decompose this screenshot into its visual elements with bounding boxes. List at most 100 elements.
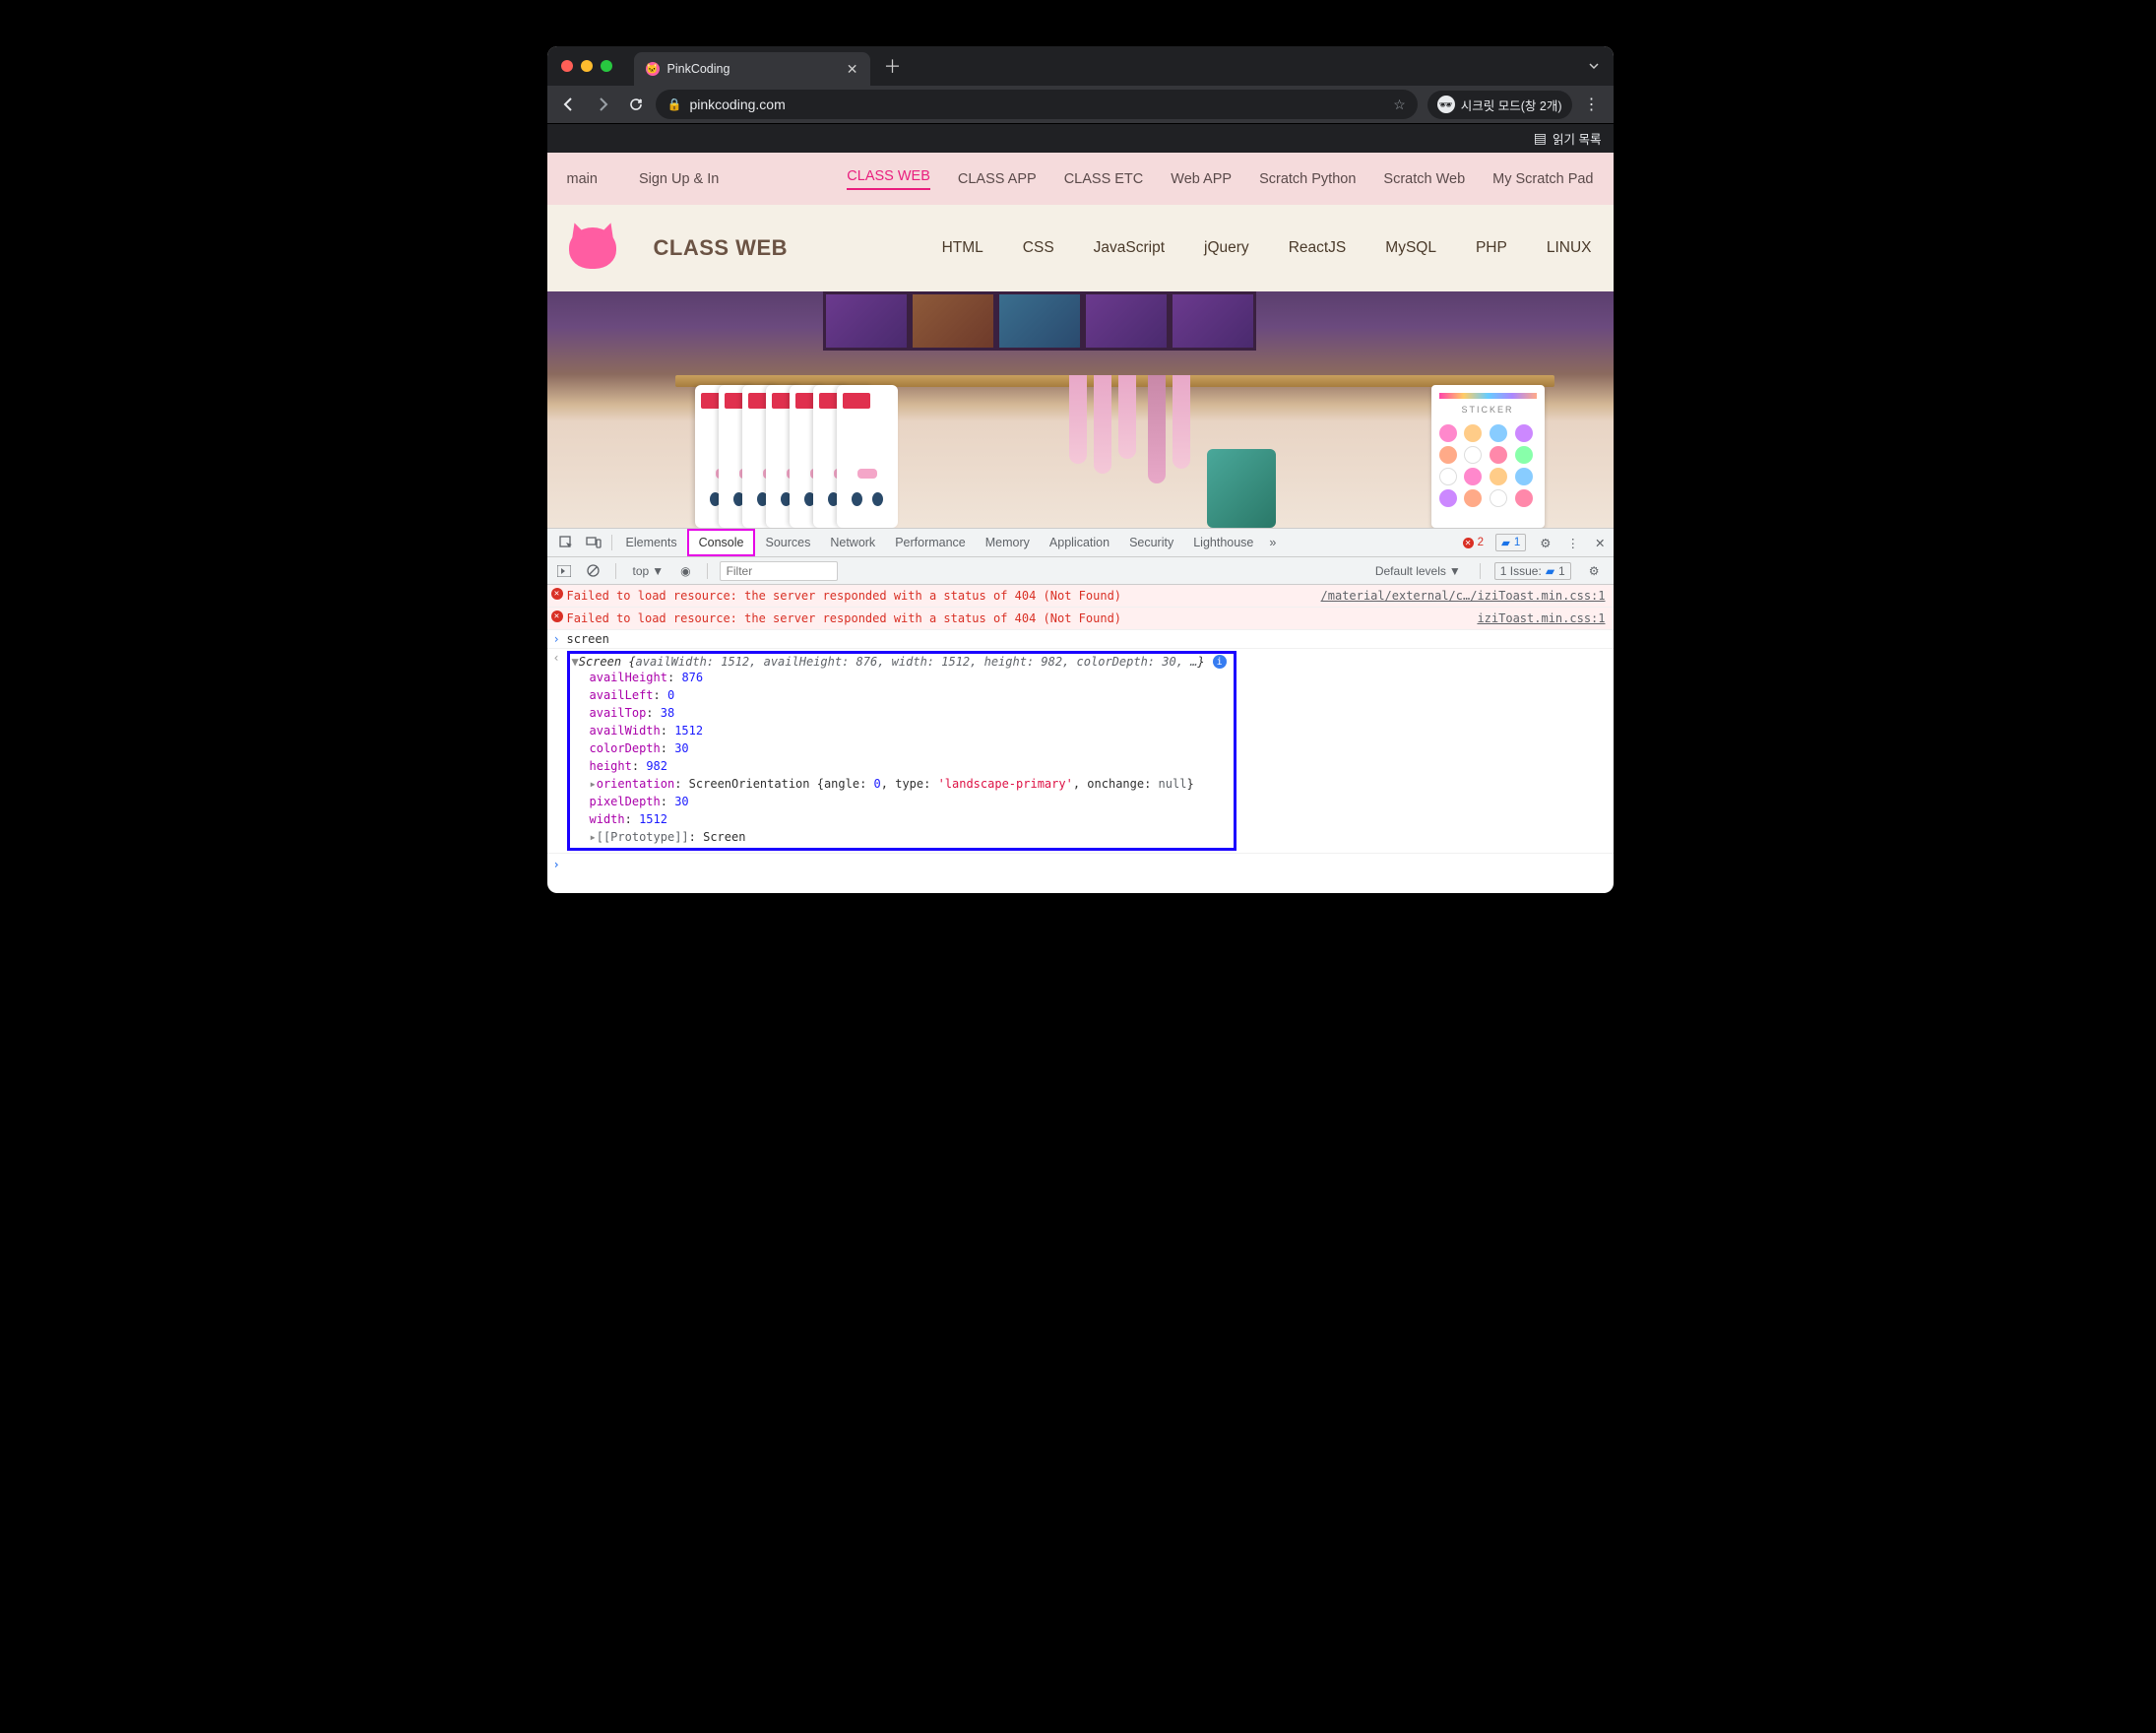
topnav-web-app[interactable]: Web APP: [1171, 171, 1232, 187]
v-pixelDepth: 30: [674, 795, 688, 808]
reading-list-icon: ▤: [1534, 130, 1547, 147]
inspect-icon[interactable]: [553, 536, 580, 550]
forward-button[interactable]: [589, 91, 616, 118]
prop-row[interactable]: pixelDepth: 30: [590, 793, 1232, 810]
prop-row[interactable]: availLeft: 0: [590, 686, 1232, 704]
prop-row[interactable]: colorDepth: 30: [590, 739, 1232, 757]
h-availWidth: 1512: [721, 655, 749, 669]
browser-tab[interactable]: 🐱 PinkCoding ✕: [634, 52, 870, 86]
browser-menu-button[interactable]: ⋮: [1584, 95, 1600, 114]
devtools-menu-icon[interactable]: ⋮: [1559, 536, 1588, 550]
error-message: Failed to load resource: the server resp…: [567, 587, 1122, 605]
v-colorDepth: 30: [674, 741, 688, 755]
site-subnav: CLASS WEB HTML CSS JavaScript jQuery Rea…: [547, 205, 1614, 291]
dt-tab-security[interactable]: Security: [1119, 529, 1183, 556]
prop-row[interactable]: availTop: 38: [590, 704, 1232, 722]
incognito-badge[interactable]: 🕶 시크릿 모드(창 2개): [1427, 91, 1572, 119]
info-icon[interactable]: i: [1213, 655, 1227, 669]
back-button[interactable]: [555, 91, 583, 118]
v-width: 1512: [639, 812, 667, 826]
topnav-signup[interactable]: Sign Up & In: [639, 171, 719, 187]
levels-label: Default levels: [1375, 564, 1446, 578]
console-error-line[interactable]: ✕ Failed to load resource: the server re…: [547, 608, 1614, 630]
dt-tab-elements[interactable]: Elements: [616, 529, 687, 556]
sticker-label: STICKER: [1439, 405, 1537, 415]
more-tabs-icon[interactable]: »: [1263, 536, 1282, 549]
prop-row[interactable]: availWidth: 1512: [590, 722, 1232, 739]
topnav-scratch-web[interactable]: Scratch Web: [1383, 171, 1465, 187]
dt-tab-console[interactable]: Console: [687, 529, 756, 556]
v-availWidth: 1512: [674, 724, 703, 738]
topnav-main[interactable]: main: [567, 171, 598, 187]
info-count-badge[interactable]: ▰1: [1495, 534, 1526, 551]
topnav-class-app[interactable]: CLASS APP: [958, 171, 1037, 187]
live-expression-icon[interactable]: ◉: [676, 564, 694, 578]
window-close-button[interactable]: [561, 60, 573, 72]
tabs-dropdown-icon[interactable]: [1588, 60, 1600, 72]
prop-row[interactable]: availHeight: 876: [590, 669, 1232, 686]
error-source-link[interactable]: /material/external/c…/iziToast.min.css:1: [1321, 587, 1606, 605]
error-count-badge[interactable]: ✕2: [1457, 536, 1490, 549]
prop-row[interactable]: ▸[[Prototype]]: Screen: [572, 828, 1232, 846]
reading-list-button[interactable]: ▤ 읽기 목록: [1534, 129, 1602, 148]
subnav-linux[interactable]: LINUX: [1547, 239, 1592, 257]
bookmark-bar: ▤ 읽기 목록: [547, 123, 1614, 153]
v-height: 982: [646, 759, 667, 773]
log-levels-selector[interactable]: Default levels ▼: [1370, 562, 1466, 580]
devtools-settings-icon[interactable]: ⚙: [1532, 536, 1558, 550]
object-summary[interactable]: ▼Screen {availWidth: 1512, availHeight: …: [572, 655, 1232, 669]
subnav-html[interactable]: HTML: [942, 239, 983, 257]
dt-tab-memory[interactable]: Memory: [976, 529, 1040, 556]
topnav-scratch-pad[interactable]: My Scratch Pad: [1492, 171, 1593, 187]
window-maximize-button[interactable]: [601, 60, 612, 72]
topnav-class-web[interactable]: CLASS WEB: [847, 168, 930, 190]
brand-title: CLASS WEB: [654, 235, 789, 261]
new-tab-button[interactable]: ＋: [884, 53, 902, 79]
dt-tab-network[interactable]: Network: [820, 529, 885, 556]
prop-row[interactable]: width: 1512: [590, 810, 1232, 828]
v-prototype: Screen: [703, 830, 745, 844]
console-sidebar-toggle-icon[interactable]: [553, 565, 575, 577]
h-availHeight: 876: [856, 655, 878, 669]
v-orientation-angle: 0: [874, 777, 881, 791]
dt-tab-lighthouse[interactable]: Lighthouse: [1183, 529, 1263, 556]
dt-tab-performance[interactable]: Performance: [885, 529, 976, 556]
prop-row[interactable]: ▸orientation: ScreenOrientation {angle: …: [590, 775, 1232, 793]
reload-button[interactable]: [622, 91, 650, 118]
toolbar: 🔒 pinkcoding.com ☆ 🕶 시크릿 모드(창 2개) ⋮: [547, 86, 1614, 123]
subnav-jquery[interactable]: jQuery: [1204, 239, 1249, 257]
subnav-mysql[interactable]: MySQL: [1385, 239, 1436, 257]
console-prompt[interactable]: [547, 854, 1614, 862]
bookmark-star-icon[interactable]: ☆: [1393, 96, 1406, 113]
dt-tab-sources[interactable]: Sources: [755, 529, 820, 556]
devtools-close-icon[interactable]: ✕: [1587, 536, 1613, 550]
tab-close-icon[interactable]: ✕: [847, 61, 858, 78]
sticker-card: STICKER: [1431, 385, 1545, 528]
prop-row[interactable]: height: 982: [590, 757, 1232, 775]
subnav-css[interactable]: CSS: [1023, 239, 1054, 257]
context-selector[interactable]: top ▼: [628, 562, 669, 580]
error-icon: ✕: [551, 610, 563, 622]
subnav-php[interactable]: PHP: [1476, 239, 1507, 257]
topnav-class-etc[interactable]: CLASS ETC: [1064, 171, 1144, 187]
error-source-link[interactable]: iziToast.min.css:1: [1477, 610, 1605, 627]
subnav-javascript[interactable]: JavaScript: [1094, 239, 1165, 257]
window-minimize-button[interactable]: [581, 60, 593, 72]
clear-console-icon[interactable]: [583, 564, 603, 577]
console-input-echo: screen: [547, 630, 1614, 649]
address-bar[interactable]: 🔒 pinkcoding.com ☆: [656, 90, 1418, 119]
site-logo-icon[interactable]: [569, 227, 616, 269]
console-filter-input[interactable]: [720, 561, 838, 581]
issues-badge[interactable]: 1 Issue: ▰ 1: [1494, 562, 1571, 580]
topnav-scratch-python[interactable]: Scratch Python: [1259, 171, 1356, 187]
context-label: top: [633, 564, 650, 578]
console-error-line[interactable]: ✕ Failed to load resource: the server re…: [547, 585, 1614, 608]
error-message: Failed to load resource: the server resp…: [567, 610, 1122, 627]
dt-tab-application[interactable]: Application: [1040, 529, 1119, 556]
subnav-reactjs[interactable]: ReactJS: [1289, 239, 1347, 257]
devtools-tabs: Elements Console Sources Network Perform…: [547, 528, 1614, 557]
console-result: ▼Screen {availWidth: 1512, availHeight: …: [547, 649, 1614, 854]
device-toggle-icon[interactable]: [580, 536, 607, 549]
v-orientation-onchange: null: [1159, 777, 1187, 791]
console-settings-icon[interactable]: ⚙: [1581, 564, 1608, 578]
